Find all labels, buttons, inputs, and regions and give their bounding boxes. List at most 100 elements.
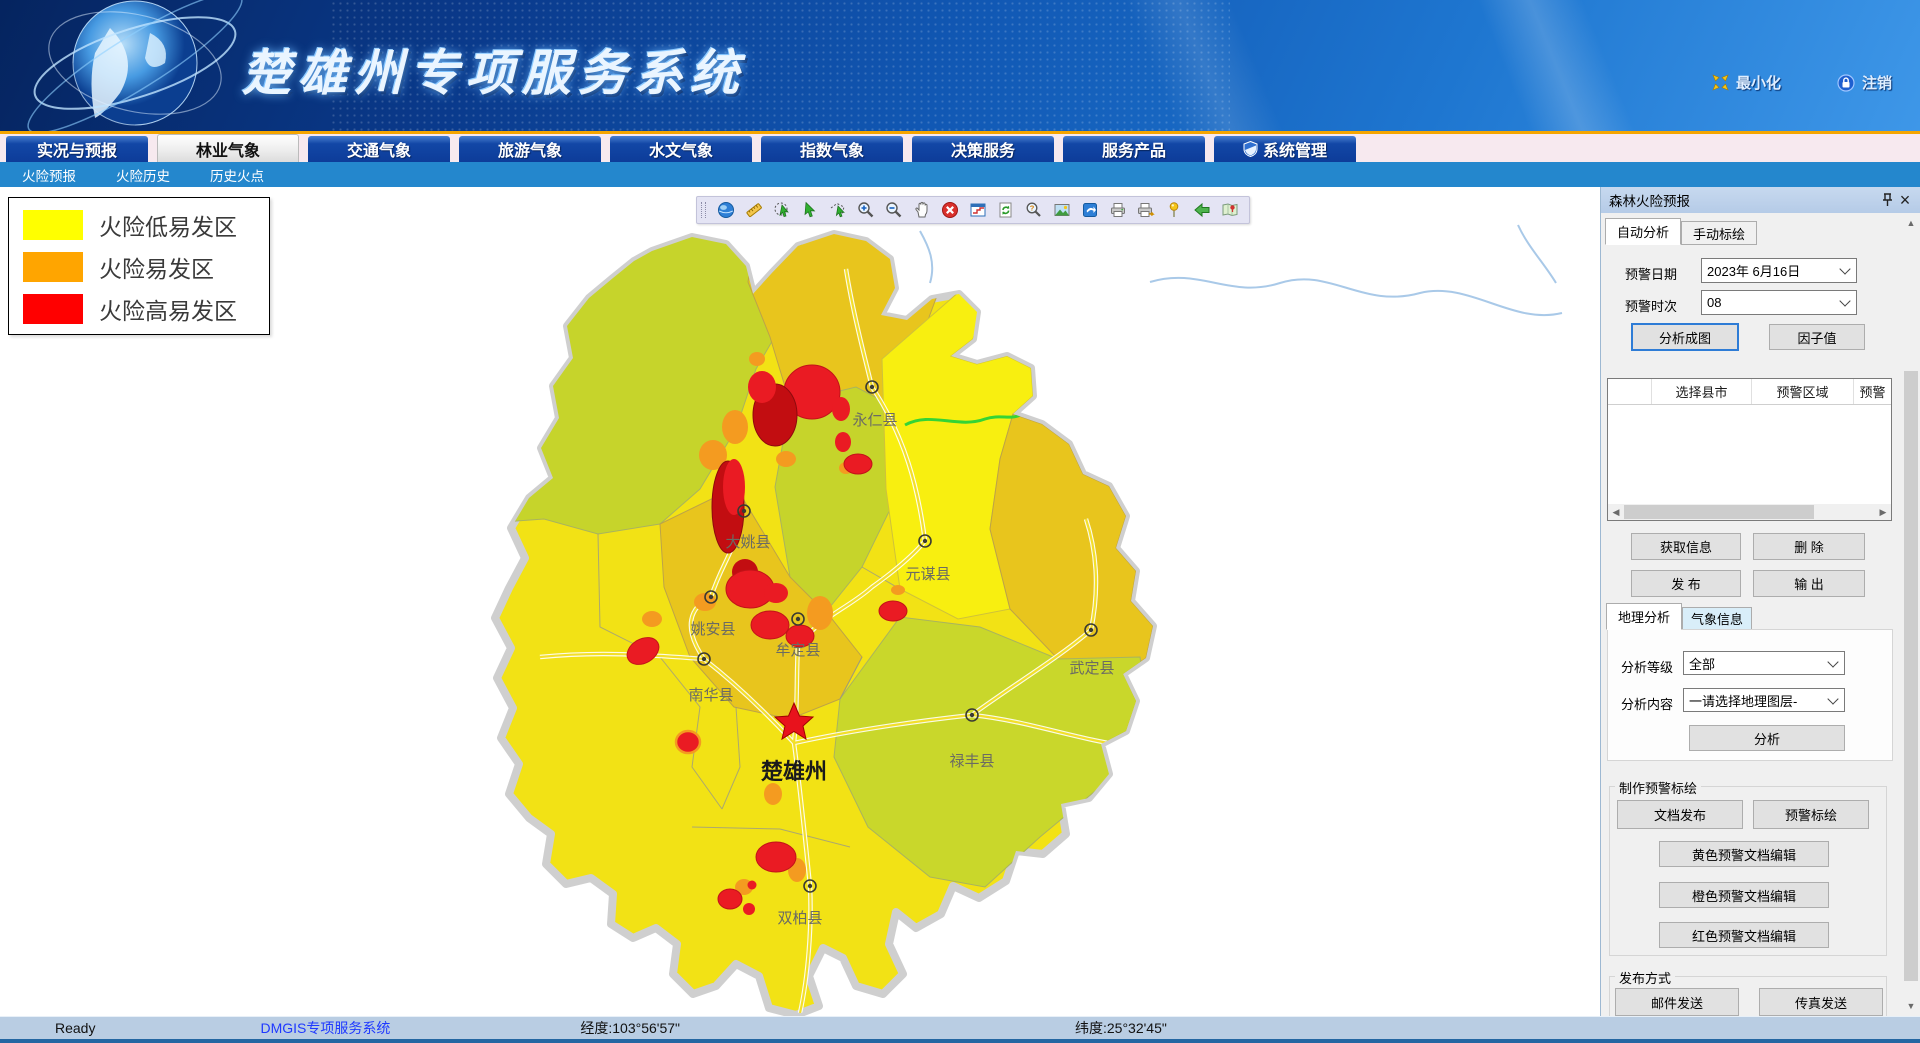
warning-list-header: 选择县市 预警区域 预警 xyxy=(1608,379,1891,405)
print-preview-tool-icon[interactable] xyxy=(1135,199,1157,221)
tab-geo-analysis[interactable]: 地理分析 xyxy=(1606,603,1682,630)
zoom-in-tool-icon[interactable] xyxy=(855,199,877,221)
yellow-warning-doc-button[interactable]: 黄色预警文档编辑 xyxy=(1659,841,1829,867)
tab-service-products[interactable]: 服务产品 xyxy=(1063,136,1205,162)
scroll-thumb[interactable] xyxy=(1624,505,1814,519)
panel-vertical-scrollbar[interactable]: ▲ ▼ xyxy=(1903,213,1919,1016)
warning-list[interactable]: 选择县市 预警区域 预警 ◀ ▶ xyxy=(1607,378,1892,521)
close-panel-icon[interactable]: × xyxy=(1896,191,1914,209)
globe-tool-icon[interactable] xyxy=(715,199,737,221)
analyze-map-button[interactable]: 分析成图 xyxy=(1631,323,1739,351)
status-bar: Ready DMGIS专项服务系统 经度:103°56'57" 纬度:25°32… xyxy=(0,1016,1920,1039)
header-banner: 楚雄州专项服务系统 最小化 注销 xyxy=(0,0,1920,131)
minimize-label: 最小化 xyxy=(1736,72,1781,93)
tab-auto-analysis[interactable]: 自动分析 xyxy=(1605,218,1681,245)
red-warning-doc-button[interactable]: 红色预警文档编辑 xyxy=(1659,922,1829,948)
analyze-button[interactable]: 分析 xyxy=(1689,725,1845,751)
panel-title: 森林火险预报 xyxy=(1609,190,1690,210)
basemap-tool-icon[interactable] xyxy=(1079,199,1101,221)
email-send-button[interactable]: 邮件发送 xyxy=(1615,988,1739,1016)
pan-tool-icon[interactable] xyxy=(911,199,933,221)
tab-hydrology-weather[interactable]: 水文气象 xyxy=(610,136,752,162)
main-nav: 实况与预报 林业气象 交通气象 旅游气象 水文气象 指数气象 决策服务 服务产品… xyxy=(0,134,1920,162)
app-title: 楚雄州专项服务系统 xyxy=(242,34,746,105)
doc-publish-button[interactable]: 文档发布 xyxy=(1617,800,1743,829)
tab-traffic-weather[interactable]: 交通气象 xyxy=(308,136,450,162)
polygon-select-tool-icon[interactable] xyxy=(827,199,849,221)
tab-decision-service[interactable]: 决策服务 xyxy=(912,136,1054,162)
full-extent-tool-icon[interactable] xyxy=(967,199,989,221)
print-tool-icon[interactable] xyxy=(1107,199,1129,221)
tab-tourism-weather[interactable]: 旅游气象 xyxy=(459,136,601,162)
scroll-left-icon[interactable]: ◀ xyxy=(1608,504,1624,520)
status-system-link[interactable]: DMGIS专项服务系统 xyxy=(260,1018,390,1038)
scroll-thumb[interactable] xyxy=(1904,371,1918,981)
legend-row-medium: 火险易发区 xyxy=(23,250,269,284)
lasso-select-tool-icon[interactable] xyxy=(771,199,793,221)
tab-index-weather[interactable]: 指数气象 xyxy=(761,136,903,162)
scroll-down-icon[interactable]: ▼ xyxy=(1903,998,1919,1014)
locate-tool-icon[interactable] xyxy=(1219,199,1241,221)
tab-manual-draw[interactable]: 手动标绘 xyxy=(1681,221,1757,245)
scroll-right-icon[interactable]: ▶ xyxy=(1875,504,1891,520)
analysis-content-label: 分析内容 xyxy=(1621,694,1673,713)
status-latitude: 纬度:25°32'45" xyxy=(1075,1018,1167,1038)
fax-send-button[interactable]: 传真发送 xyxy=(1759,988,1883,1016)
map-label-wuding: 武定县 xyxy=(1069,660,1114,677)
refresh-tool-icon[interactable] xyxy=(995,199,1017,221)
submenu-fire-history[interactable]: 火险历史 xyxy=(116,165,170,185)
pin-tool-icon[interactable] xyxy=(1163,199,1185,221)
map-label-yaoan: 姚安县 xyxy=(690,621,735,638)
map-label-yongren: 永仁县 xyxy=(852,412,897,429)
shield-icon xyxy=(1243,141,1258,157)
map-label-nanhua: 南华县 xyxy=(688,687,733,704)
legend-label-low: 火险低易发区 xyxy=(99,208,237,242)
publish-button[interactable]: 发 布 xyxy=(1631,570,1741,597)
tab-system-management[interactable]: 系统管理 xyxy=(1214,136,1356,162)
warning-time-label: 预警时次 xyxy=(1625,296,1677,315)
delete-button[interactable]: 删 除 xyxy=(1753,533,1865,560)
panel-body: 自动分析 手动标绘 预警日期 2023年 6月16日 预警时次 08 分析成图 … xyxy=(1601,213,1920,1016)
factor-value-button[interactable]: 因子值 xyxy=(1769,324,1865,350)
select-tool-icon[interactable] xyxy=(799,199,821,221)
submenu-history-firepoints[interactable]: 历史火点 xyxy=(210,165,264,185)
column-header-blank xyxy=(1608,379,1652,404)
tab-forestry-weather[interactable]: 林业气象 xyxy=(157,134,299,162)
tab-live-forecast[interactable]: 实况与预报 xyxy=(6,136,148,162)
measure-tool-icon[interactable] xyxy=(743,199,765,221)
warning-date-label: 预警日期 xyxy=(1625,264,1677,283)
image-export-tool-icon[interactable] xyxy=(1051,199,1073,221)
river-lines xyxy=(920,225,1562,315)
map-legend: 火险低易发区 火险易发区 火险高易发区 xyxy=(8,197,270,335)
column-header-county: 选择县市 xyxy=(1652,379,1752,404)
publish-method-group-label: 发布方式 xyxy=(1615,968,1675,987)
stop-tool-icon[interactable] xyxy=(939,199,961,221)
map-label-mouding: 牟定县 xyxy=(775,642,820,659)
identify-tool-icon[interactable]: ? xyxy=(1023,199,1045,221)
map-canvas[interactable]: 永仁县 大姚县 元谋县 姚安县 武定县 南华县 牟定县 禄丰县 双柏县 楚雄州 xyxy=(0,187,1600,1016)
chevron-down-icon xyxy=(1839,263,1850,274)
forest-fire-panel: 森林火险预报 × 自动分析 手动标绘 预警日期 2023年 6月16日 预警时次… xyxy=(1600,187,1920,1016)
minimize-icon xyxy=(1712,74,1729,91)
tab-weather-info[interactable]: 气象信息 xyxy=(1682,607,1752,630)
warning-date-select[interactable]: 2023年 6月16日 xyxy=(1701,258,1857,283)
get-info-button[interactable]: 获取信息 xyxy=(1631,533,1741,560)
logout-button[interactable]: 注销 xyxy=(1837,72,1892,93)
submenu-fire-forecast[interactable]: 火险预报 xyxy=(22,165,76,185)
sub-nav: 火险预报 火险历史 历史火点 xyxy=(0,162,1920,187)
analysis-level-select[interactable]: 全部 xyxy=(1683,651,1845,675)
list-horizontal-scrollbar[interactable]: ◀ ▶ xyxy=(1608,504,1891,520)
export-button[interactable]: 输 出 xyxy=(1753,570,1865,597)
warning-draw-button[interactable]: 预警标绘 xyxy=(1753,800,1869,829)
make-warning-group-label: 制作预警标绘 xyxy=(1615,778,1701,797)
back-tool-icon[interactable] xyxy=(1191,199,1213,221)
minimize-button[interactable]: 最小化 xyxy=(1712,72,1781,93)
zoom-out-tool-icon[interactable] xyxy=(883,199,905,221)
analysis-content-select[interactable]: 一请选择地理图层- xyxy=(1683,688,1845,712)
legend-swatch-high xyxy=(23,294,83,324)
toolbar-grip[interactable] xyxy=(701,202,706,218)
warning-time-select[interactable]: 08 xyxy=(1701,290,1857,315)
orange-warning-doc-button[interactable]: 橙色预警文档编辑 xyxy=(1659,882,1829,908)
scroll-up-icon[interactable]: ▲ xyxy=(1903,215,1919,231)
pin-panel-icon[interactable] xyxy=(1878,191,1896,209)
